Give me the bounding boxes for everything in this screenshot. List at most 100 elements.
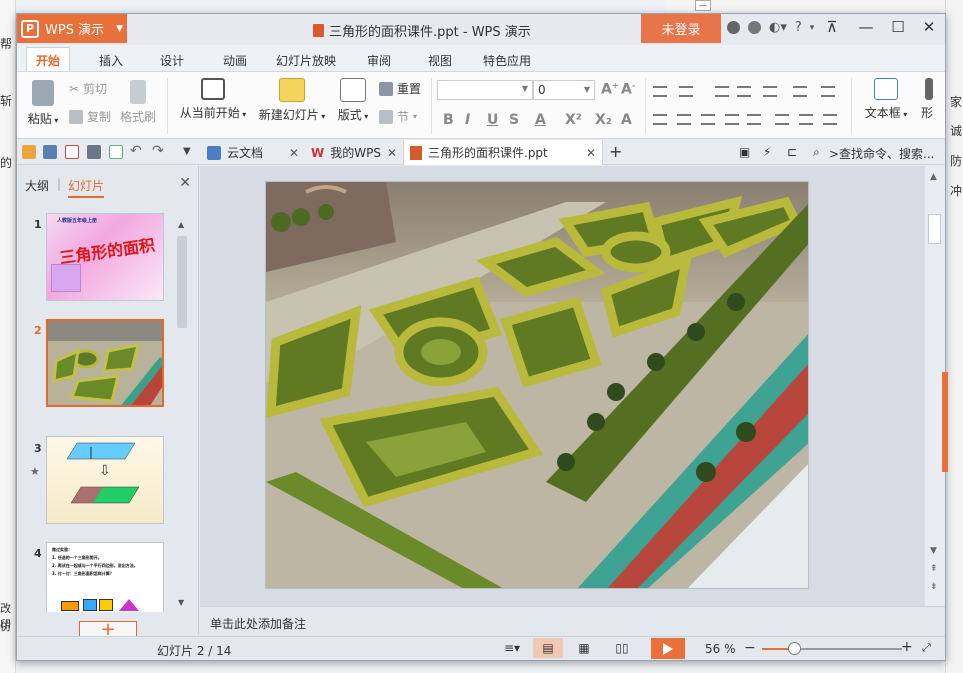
columns-icon[interactable] [763,86,777,97]
from-current-button[interactable]: 从当前开始 ▾ [175,78,251,121]
reset-button[interactable]: 重置 [379,80,421,97]
chevron-down-icon[interactable]: ▼ [183,146,197,160]
collapse-icon[interactable]: ⊏ [787,145,797,159]
slide-sorter-icon[interactable]: ▦ [569,638,599,658]
tab-outline[interactable]: 大纲 [25,177,49,194]
zoom-slider[interactable] [762,642,902,655]
undo-icon[interactable]: ↶ [130,143,144,159]
export-pdf-icon[interactable] [65,145,79,159]
tab-features[interactable]: 特色应用 [483,52,531,69]
align-center-icon[interactable] [677,114,691,125]
search-icon[interactable]: ⌕ [813,145,820,160]
tab-review[interactable]: 审阅 [367,52,391,69]
tab-my-wps[interactable]: W 我的WPS ✕ [305,140,403,165]
scrollbar-thumb[interactable] [177,236,187,328]
border-icon[interactable] [793,86,807,97]
new-tab-icon[interactable]: + [609,142,622,161]
text-direction-icon[interactable] [821,86,835,97]
play-slideshow-button[interactable] [651,638,685,659]
feedback-icon[interactable] [748,21,761,34]
bold-icon[interactable]: B [443,112,454,128]
subscript-icon[interactable]: X₂ [595,112,612,128]
zoom-slider-knob[interactable] [788,642,801,655]
fit-window-icon[interactable]: ⤢ [922,641,931,655]
clear-format-icon[interactable]: A [621,112,632,128]
tab-insert[interactable]: 插入 [99,52,123,69]
scroll-down-icon[interactable]: ▼ [178,598,184,607]
underline-icon[interactable]: U [487,112,498,128]
layout-button[interactable]: 版式 ▾ [333,78,373,123]
font-name-select[interactable]: ▼ [437,80,533,100]
tab-home[interactable]: 开始 [26,47,70,71]
increase-indent-icon[interactable] [737,86,751,97]
command-search[interactable]: >查找命令、搜索... [829,145,935,162]
zoom-out-icon[interactable]: − [744,640,756,656]
cut-button[interactable]: ✂ 剪切 [69,80,107,97]
italic-icon[interactable]: I [465,112,470,128]
strikethrough-icon[interactable]: S [509,112,519,128]
font-color-icon[interactable]: A [535,112,546,128]
login-button[interactable]: 未登录 [641,14,721,43]
prev-slide-icon[interactable]: ⇞ [930,564,938,574]
slide-thumbnail-3[interactable]: ⇩ [46,436,164,524]
close-icon[interactable]: ✕ [586,146,596,160]
text-box-button[interactable]: 文本框 ▾ [859,78,913,121]
new-slide-button[interactable]: 新建幻灯片 ▾ [255,78,329,123]
tab-slides[interactable]: 幻灯片 [68,177,105,198]
line-spacing-icon[interactable] [775,114,789,125]
align-right-icon[interactable] [701,114,715,125]
scrollbar-thumb[interactable] [928,214,941,244]
minimize-button[interactable]: — [851,18,881,36]
superscript-icon[interactable]: X² [565,112,582,128]
chevron-down-icon[interactable]: ▾ [810,23,815,33]
notes-area[interactable]: 单击此处添加备注 [200,606,945,636]
justify-icon[interactable] [725,114,739,125]
zoom-in-icon[interactable]: + [901,639,913,655]
tab-slideshow[interactable]: 幻灯片放映 [276,52,336,69]
font-size-select[interactable]: 0 ▼ [533,80,595,100]
slide-thumbnail-1[interactable]: 人教版五年级上册 三角形的面积 [46,213,164,301]
maximize-button[interactable]: ☐ [883,18,913,36]
numbered-list-icon[interactable] [679,86,693,97]
format-painter-button[interactable]: 格式刷 [117,80,159,125]
slide-thumbnail-4[interactable]: 做过实验： 1. 任选的一个三角形剪开。 2. 再试在一起或与一个平行四边形，说… [46,542,164,612]
slides-scrollbar[interactable]: ▲ ▼ [175,218,189,612]
save-icon[interactable] [43,145,57,159]
grow-font-icon[interactable]: A+ [601,81,619,98]
scroll-up-icon[interactable]: ▲ [178,220,184,229]
restore-ribbon-icon[interactable]: ⊼ [817,18,847,36]
slide-thumbnail-2[interactable] [46,319,164,407]
copy-button[interactable]: 复制 [69,108,111,125]
scroll-down-icon[interactable]: ▼ [930,546,937,556]
paste-button[interactable]: 粘贴 ▾ [23,80,63,127]
tab-view[interactable]: 视图 [428,52,452,69]
distribute-icon[interactable] [747,114,761,125]
bullet-list-icon[interactable] [653,86,667,97]
skin-icon[interactable] [727,21,740,34]
tab-cloud-docs[interactable]: 云文档 ✕ [201,140,305,165]
open-folder-icon[interactable] [22,145,36,159]
close-button[interactable]: ✕ [914,18,944,36]
decrease-indent-icon[interactable] [715,86,729,97]
close-icon[interactable]: ✕ [387,146,397,160]
redo-icon[interactable]: ↷ [152,143,166,159]
tab-animation[interactable]: 动画 [223,52,247,69]
current-slide[interactable] [265,181,809,589]
align-text-icon[interactable] [823,114,837,125]
run-icon[interactable]: ⚡ [763,145,771,159]
paragraph-spacing-icon[interactable] [799,114,813,125]
note-view-icon[interactable]: ≡▾ [497,638,527,658]
section-button[interactable]: 节 ▾ [379,108,417,125]
app-menu-button[interactable]: P WPS 演示 ▼ [17,14,127,43]
close-icon[interactable]: ✕ [179,175,191,191]
scroll-up-icon[interactable]: ▲ [930,172,937,182]
screen-record-icon[interactable]: ▣ [739,145,750,159]
theme-icon[interactable]: ◐▾ [769,20,787,35]
align-left-icon[interactable] [653,114,667,125]
reading-view-icon[interactable]: ▯▯ [607,638,637,658]
next-slide-icon[interactable]: ⇟ [930,582,938,592]
shape-button[interactable]: 形 [917,78,937,121]
close-icon[interactable]: ✕ [289,146,299,160]
shrink-font-icon[interactable]: A- [621,81,635,98]
print-preview-icon[interactable] [109,145,123,159]
